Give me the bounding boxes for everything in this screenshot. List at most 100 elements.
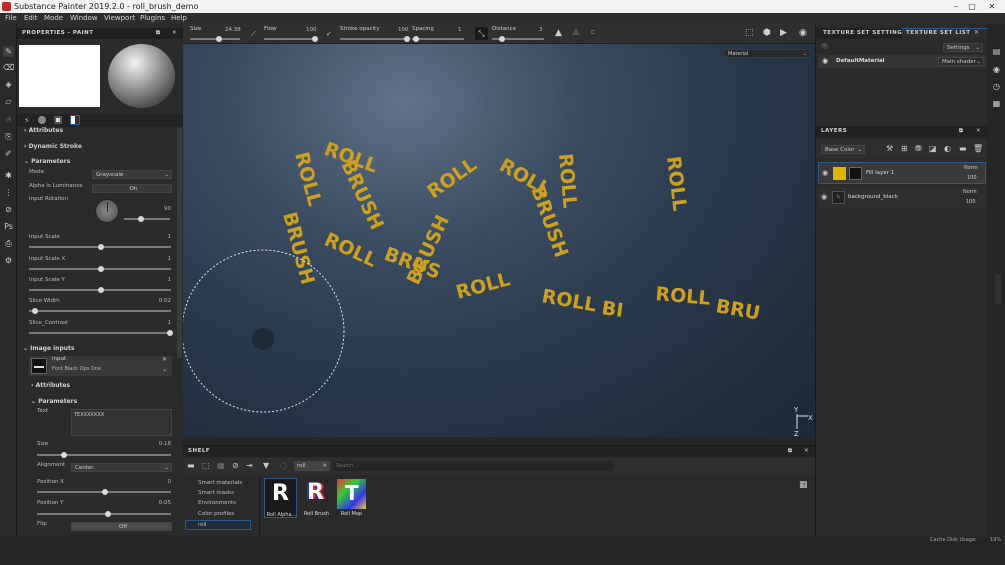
brush-tab-icon[interactable]: ⚡ [24, 116, 30, 125]
category-smart-masks[interactable]: Smart masks [198, 490, 234, 496]
rotation-dial[interactable] [95, 199, 119, 223]
position-x-slider[interactable] [37, 489, 171, 495]
menu-help[interactable]: Help [171, 13, 187, 24]
eye-icon[interactable]: ◉ [822, 57, 828, 65]
menu-window[interactable]: Window [70, 13, 98, 24]
library-icon[interactable]: ▦ [217, 461, 225, 470]
shelf-item-roll-map[interactable]: T Roll Map [335, 478, 368, 518]
input-scale-x-slider[interactable] [29, 266, 171, 272]
remove-input-icon[interactable]: ✕ [162, 356, 167, 363]
eraser-icon[interactable]: ⌫ [3, 62, 14, 73]
position-y-slider[interactable] [37, 511, 171, 517]
shelf-search-input[interactable] [333, 461, 613, 471]
brush-settings-icon[interactable]: ⋮ [3, 187, 14, 198]
image-inputs-section[interactable]: ⌄ Image inputs [23, 345, 74, 352]
layer-visibility-icon[interactable]: ◉ [822, 169, 828, 177]
category-roll[interactable]: roll [185, 520, 251, 530]
selection-mode-icon[interactable]: ⬚ [745, 28, 754, 38]
filter-icon[interactable]: ▼ [263, 461, 269, 470]
paint-brush-icon[interactable]: ✎ [3, 46, 14, 57]
slice-contrast-slider[interactable] [29, 330, 173, 336]
pen-pressure-icon[interactable]: ⟋ [251, 30, 256, 39]
channel-dropdown[interactable]: Base Color ⌄ [821, 145, 865, 154]
input-rotation-slider[interactable] [124, 216, 170, 222]
menu-file[interactable]: File [5, 13, 17, 24]
category-color-profiles[interactable]: Color profiles [198, 511, 234, 517]
layer-blend-mode[interactable]: Norm [964, 165, 978, 171]
filter-tag[interactable]: roll ✕ [294, 461, 330, 471]
layer-blend-mode[interactable]: Norm [963, 189, 977, 195]
export-icon[interactable]: ⎙ [3, 238, 14, 249]
layer-row-fill[interactable]: ◉ Fill layer 1 Norm 100 [818, 162, 986, 184]
lazy-mouse-icon[interactable]: ⤡ [475, 27, 488, 40]
attributes-section[interactable]: › Attributes [24, 127, 63, 134]
menu-plugins[interactable]: Plugins [140, 13, 165, 24]
properties-scrollbar[interactable] [177, 128, 182, 358]
sub-parameters-section[interactable]: ⌄ Parameters [31, 398, 77, 405]
add-mask-icon[interactable]: ◪ [929, 144, 937, 153]
material-tab-icon[interactable] [70, 115, 80, 125]
photoshop-icon[interactable]: Ps [3, 221, 14, 232]
add-effect-icon[interactable]: ◐ [944, 144, 951, 153]
gear-icon[interactable]: ⚙ [3, 255, 14, 266]
display-settings-icon[interactable]: ◉ [991, 64, 1002, 75]
alpha-tab-icon[interactable] [38, 116, 46, 124]
input-scale-slider[interactable] [29, 244, 171, 250]
maximize-icon[interactable]: ▢ [965, 0, 979, 13]
paint-layer-icon[interactable]: ⚒ [886, 144, 893, 153]
close-icon[interactable]: ✕ [985, 0, 999, 13]
bake-icon[interactable]: ✱ [3, 170, 14, 181]
sub-attributes-section[interactable]: › Attributes [31, 382, 70, 389]
layer-visibility-icon[interactable]: ◉ [821, 193, 827, 201]
slice-width-slider[interactable] [29, 308, 171, 314]
category-smart-materials[interactable]: Smart materials [198, 480, 242, 486]
settings-dropdown[interactable]: Settings ⌄ [943, 43, 983, 52]
size-slider[interactable] [37, 452, 171, 458]
shelf-float-icon[interactable]: ⧉ [788, 446, 792, 457]
texture-set-panel-icon[interactable]: ▤ [991, 46, 1002, 57]
log-icon[interactable]: ▦ [991, 98, 1002, 109]
import-icon[interactable]: ⇥ [246, 461, 253, 470]
texture-set-row[interactable]: ◉ DefaultMaterial Main shader ⌄ [818, 55, 986, 68]
close-tab-icon[interactable]: ✕ [974, 29, 979, 36]
visibility-icon[interactable]: 👁 [821, 43, 829, 50]
layer-opacity[interactable]: 100 [967, 175, 977, 181]
camera-video-icon[interactable]: ▶ [780, 28, 787, 38]
clone-icon[interactable]: ⎘ [3, 131, 14, 142]
layer-row-background[interactable]: ◉ ✎ background_black Norm 100 [818, 187, 986, 209]
shader-dropdown[interactable]: Main shader ⌄ [938, 57, 984, 66]
add-layer-icon[interactable]: ⊞ [901, 144, 908, 153]
flow-pressure-icon[interactable]: ✓ [326, 30, 332, 38]
layers-close-icon[interactable]: ✕ [976, 126, 981, 137]
3d-viewport[interactable]: Material ⌄ ROLL BRUSH ROLL BRUSH ROLL BRU… [183, 44, 815, 437]
display-mode-icon[interactable]: ⬢ [763, 28, 771, 38]
distance-slider[interactable] [492, 36, 544, 42]
stroke-opacity-slider[interactable] [340, 36, 410, 42]
new-folder-icon[interactable]: ⬚ [202, 461, 210, 470]
minimize-icon[interactable]: – [949, 0, 963, 13]
menu-mode[interactable]: Mode [44, 13, 63, 24]
input-scale-y-slider[interactable] [29, 287, 171, 293]
history-icon[interactable]: ◷ [991, 81, 1002, 92]
tab-texture-set-list[interactable]: TEXTURE SET LIST [906, 30, 971, 36]
symmetry-icon[interactable]: ▲ [555, 28, 562, 38]
screenshot-icon[interactable]: ◉ [799, 28, 807, 38]
stencil-tab-icon[interactable] [54, 116, 62, 124]
color-picker-icon[interactable]: ✐ [3, 148, 14, 159]
polygon-fill-icon[interactable]: ▱ [3, 96, 14, 107]
dynamic-stroke-section[interactable]: › Dynamic Stroke [24, 143, 82, 150]
menu-viewport[interactable]: Viewport [104, 13, 135, 24]
image-input-slot[interactable]: input Font Black Ops One ✕ ⌄ [29, 356, 172, 376]
layers-float-icon[interactable]: ⧉ [959, 126, 963, 137]
folder-icon[interactable]: ▬ [187, 461, 195, 470]
tiling-icon[interactable]: ⌗ [590, 28, 595, 38]
menu-edit[interactable]: Edit [24, 13, 38, 24]
category-environments[interactable]: Environments [198, 500, 236, 506]
flow-toolbar-slider[interactable] [264, 36, 318, 42]
symmetry-axis-icon[interactable]: ⟁ [572, 28, 580, 38]
side-collapse-handle[interactable] [995, 274, 1001, 304]
tab-texture-set-settings[interactable]: TEXTURE SET SETTINGS [823, 30, 907, 36]
mode-dropdown[interactable]: Grayscale ⌄ [92, 170, 172, 179]
flip-toggle[interactable]: Off [71, 522, 172, 531]
layer-opacity[interactable]: 100 [966, 199, 976, 205]
